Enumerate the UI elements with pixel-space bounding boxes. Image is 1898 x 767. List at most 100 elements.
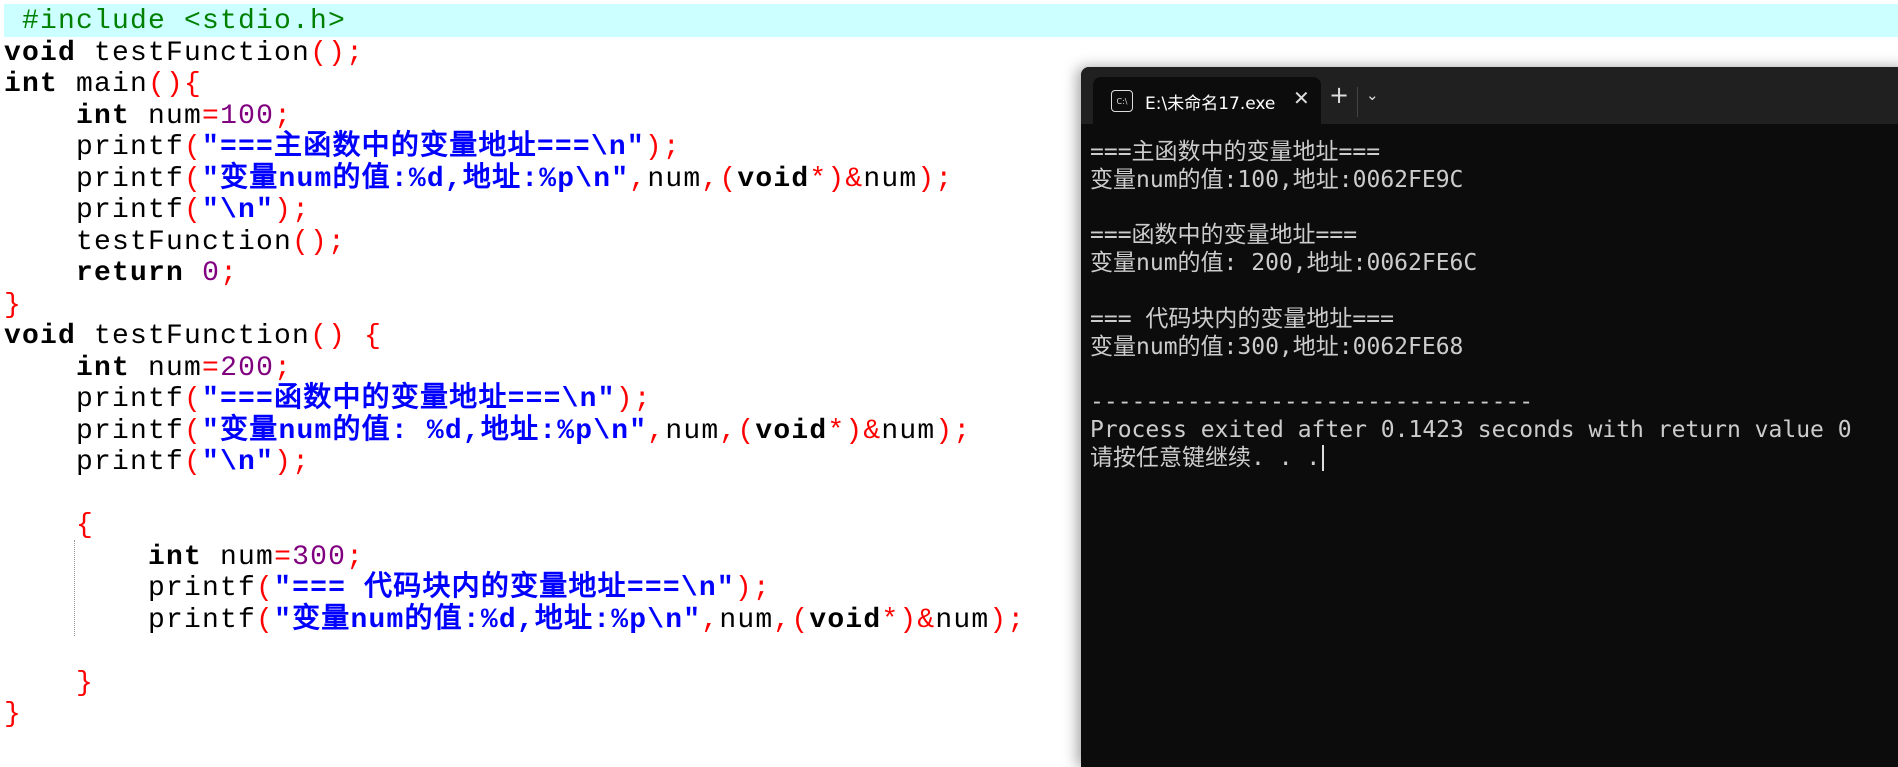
identifier: num [665, 415, 720, 447]
punctuation: ( [184, 163, 203, 195]
punctuation: () { [310, 321, 383, 352]
code-line[interactable]: void testFunction(); [4, 38, 364, 69]
output-text: Process exited after 0.1423 seconds with… [1090, 417, 1852, 443]
keyword: return [76, 258, 185, 289]
code-line[interactable]: void testFunction() { [4, 321, 382, 352]
output-text: 变量num的值:300,地址:0062FE68 [1090, 333, 1464, 360]
terminal-tab[interactable]: C:\ E:\未命名17.exe ✕ [1093, 77, 1321, 124]
punctuation: (){ [148, 69, 203, 100]
terminal-output-line: 请按任意键继续. . . [1090, 444, 1324, 472]
punctuation: = [274, 541, 293, 573]
identifier: num [202, 541, 275, 573]
identifier: printf [4, 415, 185, 447]
identifier: num [130, 100, 203, 132]
identifier: num [881, 415, 936, 447]
identifier: num [863, 163, 918, 195]
code-line[interactable]: printf("=== 代码块内的变量地址===\n"); [4, 573, 771, 604]
keyword: void [755, 415, 828, 447]
punctuation: *)& [827, 415, 882, 447]
punctuation: ( [184, 195, 203, 226]
punctuation: ); [917, 163, 954, 195]
punctuation: ); [989, 604, 1026, 636]
identifier: testFunction [76, 321, 311, 352]
console-icon: C:\ [1111, 90, 1133, 112]
identifier: testFunction [4, 226, 293, 258]
identifier: num [935, 604, 990, 636]
terminal-output-line: 变量num的值:100,地址:0062FE9C [1090, 166, 1463, 194]
punctuation: } [4, 289, 23, 321]
punctuation: } [76, 667, 95, 699]
identifier: printf [4, 384, 185, 415]
punctuation: ( [184, 415, 203, 447]
code-line[interactable]: printf("变量num的值:%d,地址:%p\n",num,(void*)&… [4, 164, 953, 195]
punctuation: ); [935, 415, 972, 447]
code-line[interactable]: } [4, 290, 22, 321]
identifier [4, 258, 76, 289]
code-line[interactable]: int main(){ [4, 69, 202, 100]
identifier: printf [4, 195, 185, 226]
new-tab-button[interactable]: + [1329, 83, 1349, 107]
punctuation: ); [274, 195, 311, 226]
punctuation: ); [734, 573, 771, 604]
output-text: ===函数中的变量地址=== [1090, 222, 1358, 249]
punctuation: ( [184, 132, 203, 163]
output-text: 变量num的值: 200,地址:0062FE6C [1090, 250, 1478, 277]
code-line[interactable]: printf("===函数中的变量地址===\n"); [4, 384, 652, 415]
code-line[interactable]: return 0; [4, 258, 238, 289]
output-text: 变量num的值:100,地址:0062FE9C [1090, 166, 1464, 193]
identifier: testFunction [76, 37, 311, 69]
punctuation: ; [274, 352, 293, 384]
terminal-output-line: ===函数中的变量地址=== [1090, 221, 1357, 249]
punctuation: ( [256, 604, 275, 636]
code-line[interactable]: { [4, 510, 94, 541]
punctuation: ( [184, 447, 203, 478]
punctuation: ); [274, 447, 311, 478]
punctuation: } [4, 699, 23, 730]
punctuation: ); [615, 384, 652, 415]
terminal-window[interactable]: C:\ E:\未命名17.exe ✕ + ⌄ ===主函数中的变量地址=== 变量… [1081, 67, 1898, 767]
punctuation: *)& [809, 163, 864, 195]
string-literal: "变量num的值: %d,地址:%p\n" [202, 415, 648, 447]
identifier [4, 510, 76, 541]
keyword: int [148, 541, 203, 573]
terminal-tab-bar: C:\ E:\未命名17.exe ✕ + ⌄ [1081, 67, 1898, 124]
punctuation: { [76, 510, 95, 541]
output-text: 请按任意键继续. . . [1090, 444, 1321, 471]
punctuation: ( [184, 384, 203, 415]
code-line[interactable]: } [4, 668, 94, 699]
close-tab-icon[interactable]: ✕ [1293, 86, 1310, 110]
punctuation: , [701, 604, 720, 636]
code-line[interactable]: } [4, 699, 22, 730]
punctuation: ); [644, 132, 681, 163]
punctuation: ,( [719, 415, 756, 447]
identifier [4, 101, 76, 132]
chevron-down-icon[interactable]: ⌄ [1366, 86, 1379, 104]
punctuation: ,( [701, 163, 738, 195]
string-literal: "=== 代码块内的变量地址===\n" [274, 573, 735, 604]
code-line[interactable]: int num=100; [4, 101, 292, 132]
keyword: void [4, 321, 77, 352]
string-literal: "\n" [202, 447, 275, 478]
punctuation: ; [220, 258, 239, 289]
terminal-output-line: ===主函数中的变量地址=== [1090, 138, 1380, 166]
code-line[interactable]: #include <stdio.h> [4, 6, 346, 37]
code-line[interactable]: printf("\n"); [4, 447, 310, 478]
identifier: num [719, 604, 774, 636]
keyword: int [76, 100, 131, 132]
identifier [4, 542, 148, 573]
identifier: main [58, 69, 149, 100]
punctuation: (); [292, 226, 347, 258]
punctuation: ,( [773, 604, 810, 636]
code-line[interactable]: int num=200; [4, 353, 292, 384]
output-text: ===主函数中的变量地址=== [1090, 139, 1381, 165]
tab-title: E:\未命名17.exe [1145, 94, 1276, 114]
code-line[interactable]: printf("\n"); [4, 195, 310, 226]
output-text: === 代码块内的变量地址=== [1090, 305, 1394, 332]
code-line[interactable]: printf("变量num的值: %d,地址:%p\n",num,(void*)… [4, 416, 971, 447]
code-line[interactable]: int num=300; [4, 542, 364, 573]
code-line[interactable]: printf("变量num的值:%d,地址:%p\n",num,(void*)&… [4, 605, 1025, 636]
code-line[interactable]: testFunction(); [4, 227, 346, 258]
number-literal: 200 [220, 352, 275, 384]
code-line[interactable]: printf("===主函数中的变量地址===\n"); [4, 132, 681, 163]
identifier: printf [4, 447, 185, 478]
